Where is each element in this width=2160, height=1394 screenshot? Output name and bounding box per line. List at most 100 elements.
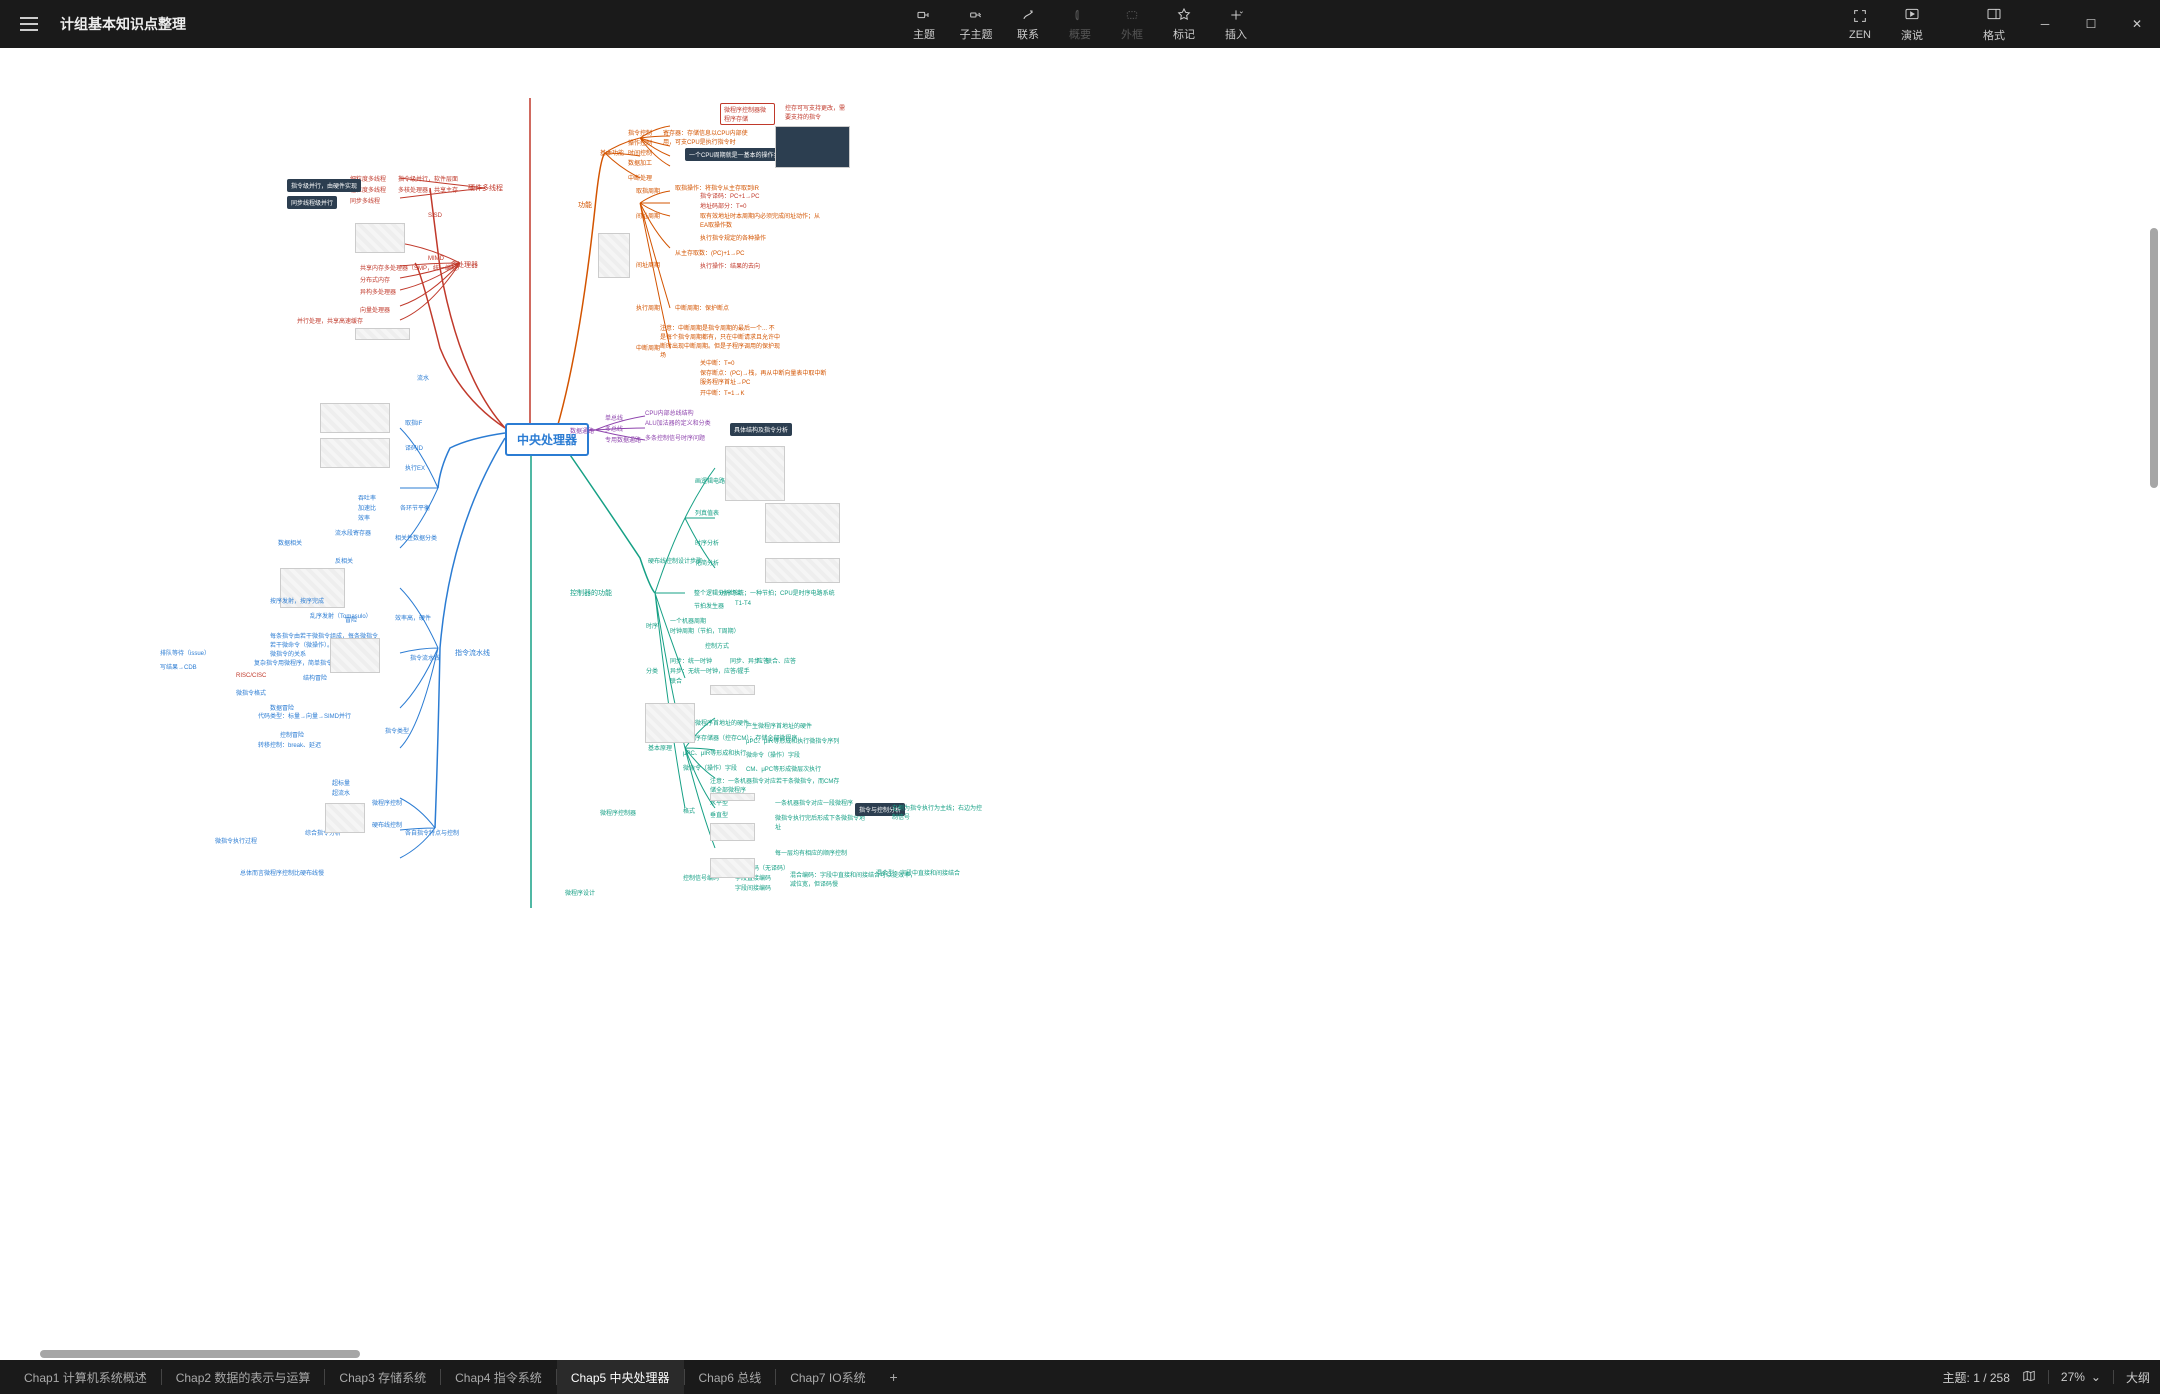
node[interactable]: 左侧为指令执行为主线；右边为控制信号 — [892, 803, 982, 821]
node[interactable]: 微程序控制器 — [600, 808, 636, 817]
node[interactable]: 应答 — [757, 656, 769, 665]
node[interactable]: 转移控制：break、延迟 — [258, 740, 368, 749]
node[interactable]: 一条机器指令对应一段微程序 — [775, 798, 865, 807]
node[interactable]: 并行处理，共享高速缓存 — [297, 316, 363, 325]
node[interactable]: 基本功能 — [600, 148, 624, 157]
maximize-button[interactable]: ☐ — [2068, 8, 2114, 40]
node[interactable]: 基本原理 — [648, 743, 672, 752]
node[interactable]: 流水段寄存器 — [335, 528, 371, 537]
node[interactable]: 每一层均有相应的顺序控制 — [775, 848, 847, 857]
node[interactable]: ALU加法器的定义和分类 — [645, 418, 711, 427]
node[interactable]: 指令流水线 — [410, 653, 440, 662]
close-button[interactable]: ✕ — [2114, 8, 2160, 40]
node[interactable]: 微指令格式 — [236, 688, 266, 697]
node[interactable]: 多核处理器，共享主存 — [398, 185, 458, 194]
node[interactable]: 从主存取数：(PC)+1→PC — [675, 248, 745, 257]
node[interactable]: 多条控制信号时序问题 — [645, 433, 705, 442]
menu-button[interactable] — [20, 12, 44, 36]
node[interactable]: 按序发射，按序完成 — [270, 596, 370, 605]
node[interactable]: CPU内部总线结构 — [645, 408, 694, 417]
node[interactable]: 垂直型 — [710, 810, 728, 819]
zen-button[interactable]: ZEN — [1834, 2, 1886, 46]
branch-label[interactable]: 指令流水线 — [455, 648, 490, 658]
node[interactable]: 指令级并行，软件层面 — [398, 174, 458, 183]
node[interactable]: 微程序控制 — [372, 798, 402, 807]
node[interactable]: 总体而言微程序控制比硬布线慢 — [240, 868, 335, 877]
outline-button[interactable]: 大纲 — [2126, 1369, 2150, 1386]
node[interactable]: SISD — [428, 213, 442, 219]
node[interactable]: 混合型：字段中直接和间接结合 — [876, 868, 976, 877]
node[interactable]: 排队等待（issue） — [160, 648, 210, 657]
node[interactable]: 控制方式 — [705, 641, 805, 650]
node[interactable]: 向量处理器 — [360, 305, 390, 314]
node[interactable]: MIMD — [428, 256, 444, 262]
node[interactable]: 保存断点：(PC)→栈，再从中断向量表中取中断服务程序首址→PC — [700, 368, 830, 386]
mindmap-canvas[interactable]: 中央处理器 硬件多线程 细粒度多线程 粗粒度多线程 同步多线程 指令级并行，软件… — [0, 48, 2160, 1360]
node[interactable]: 控存可写支持更改，需要支持的指令 — [785, 103, 845, 121]
branch-label[interactable]: 硬件多线程 — [468, 183, 503, 193]
present-button[interactable]: 演说 — [1886, 2, 1938, 46]
node[interactable]: 中断处理 — [628, 173, 652, 182]
node[interactable]: 各环节平衡 — [400, 503, 430, 512]
node[interactable]: 地址码部分：T=0 — [700, 201, 747, 210]
node[interactable]: 注意：一条机器指令对应若干条微指令，而CM存储全部微程序 — [710, 776, 840, 794]
node[interactable]: 超流水 — [332, 788, 350, 797]
node[interactable]: 分类 — [646, 666, 658, 675]
node[interactable]: 效率 — [358, 513, 370, 522]
node[interactable]: 操作控制 — [628, 138, 652, 147]
node[interactable]: 列真值表 — [695, 508, 719, 517]
node[interactable]: 执行指令规定的各种操作 — [700, 233, 766, 242]
node[interactable]: 超标量 — [332, 778, 350, 787]
node[interactable]: 数据加工 — [628, 158, 652, 167]
node[interactable]: 控制冒险 — [280, 730, 304, 739]
node[interactable]: 反相关 — [335, 556, 353, 565]
node[interactable]: 异步：无统一时钟，应答/握手 — [670, 666, 750, 675]
node[interactable]: 加速比 — [358, 503, 376, 512]
node-dark[interactable]: 同步线程级并行 — [287, 196, 337, 209]
node[interactable]: 时序分析 — [695, 538, 719, 547]
node[interactable]: 异构多处理器 — [360, 287, 396, 296]
node[interactable]: 冒险 — [345, 615, 357, 624]
tab-chap7[interactable]: Chap7 IO系统 — [776, 1360, 879, 1394]
node[interactable]: 一个机器周期 — [670, 616, 706, 625]
node[interactable]: 时间控制 — [628, 148, 652, 157]
node[interactable]: 分布式内存 — [360, 275, 390, 284]
node[interactable]: CM、μPC等形成微层次执行 — [746, 764, 821, 773]
node[interactable]: 中断周期 — [636, 343, 660, 352]
topic-button[interactable]: 主题 — [898, 2, 950, 46]
node[interactable]: 时序系统；一种节拍；CPU是时序电路系统 — [720, 588, 840, 597]
node[interactable]: 取指IF — [405, 418, 422, 427]
node[interactable]: 中断周期：保护断点 — [675, 303, 729, 312]
node[interactable]: T1-T4 — [735, 601, 751, 607]
relation-button[interactable]: 联系 — [1002, 2, 1054, 46]
node[interactable]: RISC/CISC — [236, 673, 266, 679]
zoom-control[interactable]: 27% ⌄ — [2061, 1370, 2101, 1384]
node[interactable]: μPC、μIR等形成和执行 — [683, 748, 746, 757]
marker-button[interactable]: 标记 — [1158, 2, 1210, 46]
node[interactable]: 各自指令特点与控制 — [405, 828, 459, 837]
node[interactable]: 联合 — [670, 676, 682, 685]
node[interactable]: 间址周期 — [636, 211, 660, 220]
map-icon[interactable] — [2022, 1369, 2036, 1386]
node[interactable]: 格式 — [683, 806, 695, 815]
node[interactable]: 代码类型：标量→向量→SIMD并行 — [258, 711, 368, 720]
node[interactable]: 微命令（操作）字段 — [683, 763, 737, 772]
node[interactable]: 执行操作：结果的去向 — [700, 261, 760, 270]
node[interactable]: 指令译码：PC+1→PC — [700, 191, 760, 200]
format-button[interactable]: 格式 — [1968, 2, 2020, 46]
node-dark[interactable]: 指令级并行，由硬件实现 — [287, 179, 361, 192]
node[interactable]: 流水 — [417, 373, 429, 382]
node[interactable]: 同步多线程 — [350, 196, 380, 205]
tab-chap4[interactable]: Chap4 指令系统 — [441, 1360, 556, 1394]
node[interactable]: 相关性数据分类 — [395, 533, 437, 542]
add-sheet-button[interactable]: + — [880, 1369, 908, 1385]
tab-chap5[interactable]: Chap5 中央处理器 — [557, 1360, 684, 1394]
node[interactable]: 字段间接编码 — [735, 883, 771, 892]
node[interactable]: 结构冒险 — [303, 673, 327, 682]
node[interactable]: 硬布线控制 — [372, 820, 402, 829]
node[interactable]: 寄存器：存储信息以CPU内部使用，可支CPU是执行指令时 — [663, 128, 758, 146]
tab-chap6[interactable]: Chap6 总线 — [685, 1360, 776, 1394]
horizontal-scrollbar[interactable] — [0, 1348, 2160, 1358]
node[interactable]: 关中断：T=0 — [700, 358, 735, 367]
summary-button[interactable]: 概要 — [1054, 2, 1106, 46]
